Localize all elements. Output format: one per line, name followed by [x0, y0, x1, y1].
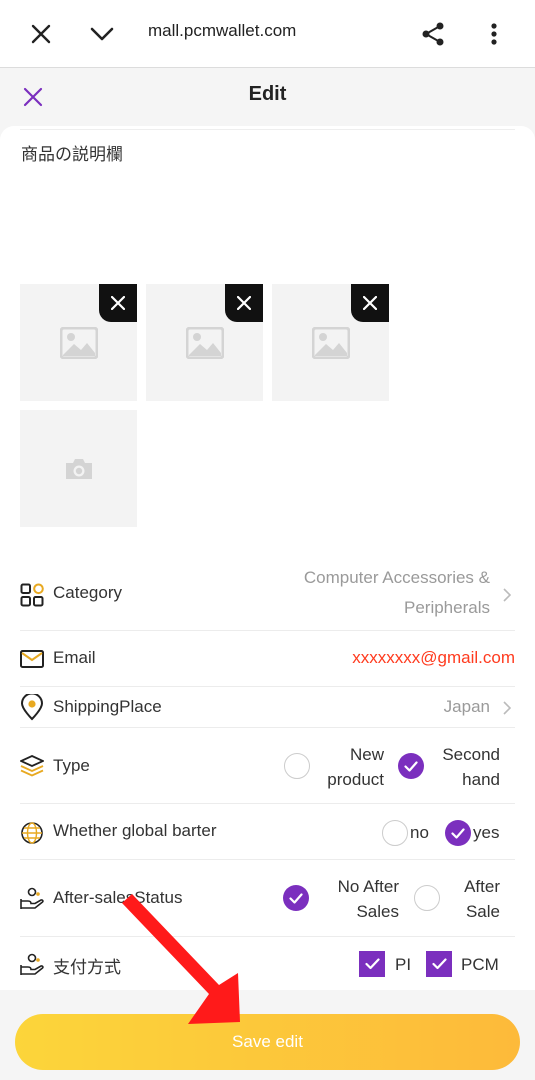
barter-no-radio[interactable]	[382, 820, 408, 846]
delete-image-button[interactable]	[351, 284, 389, 322]
category-row[interactable]: Category Computer Accessories & Peripher…	[20, 558, 515, 631]
close-icon	[363, 296, 377, 310]
shipping-place-label: ShippingPlace	[53, 697, 162, 716]
shipping-place-value[interactable]: Japan	[444, 692, 490, 722]
share-icon[interactable]	[415, 16, 451, 52]
image-placeholder-icon	[185, 326, 224, 359]
no-after-sales-option[interactable]: No After Sales	[338, 874, 399, 924]
check-icon	[431, 958, 447, 970]
payment-pi-checkbox[interactable]	[359, 951, 385, 977]
check-icon	[404, 760, 418, 772]
option-text: New	[349, 745, 384, 764]
close-icon	[237, 296, 251, 310]
check-icon	[289, 892, 303, 904]
category-icon	[20, 583, 44, 607]
mail-icon	[20, 650, 44, 668]
check-icon	[451, 827, 465, 839]
chevron-right-icon	[503, 701, 511, 715]
type-label: Type	[53, 756, 90, 775]
payment-method-row: 支付方式 PI PCM	[20, 937, 515, 990]
global-barter-row: Whether global barter no yes	[20, 804, 515, 860]
barter-yes-radio[interactable]	[445, 820, 471, 846]
type-new-option[interactable]: New product	[327, 742, 384, 792]
no-after-sales-radio[interactable]	[283, 885, 309, 911]
close-icon[interactable]	[23, 16, 59, 52]
page-title: Edit	[248, 83, 287, 105]
after-sale-option[interactable]: After Sale	[464, 874, 500, 924]
type-second-hand-option[interactable]: Second hand	[442, 742, 500, 792]
url-text[interactable]: mall.pcmwallet.com	[148, 21, 296, 41]
image-placeholder-icon	[59, 326, 98, 359]
after-sale-radio[interactable]	[414, 885, 440, 911]
option-text: product	[327, 770, 384, 789]
service-hand-icon	[20, 953, 44, 975]
shipping-place-row[interactable]: ShippingPlace Japan	[20, 687, 515, 728]
description-textarea[interactable]: 商品の説明欄	[21, 140, 123, 165]
chevron-down-icon[interactable]	[84, 16, 120, 52]
barter-no-option[interactable]: no	[410, 820, 429, 845]
image-placeholder-icon	[311, 326, 350, 359]
category-value[interactable]: Computer Accessories & Peripherals	[304, 563, 490, 623]
email-label: Email	[53, 648, 96, 667]
option-text: hand	[462, 770, 500, 789]
more-vert-icon[interactable]	[476, 16, 512, 52]
divider	[20, 129, 515, 130]
option-text: Sale	[465, 902, 500, 921]
global-barter-label: Whether global barter	[53, 821, 217, 840]
category-label: Category	[53, 583, 122, 602]
option-text: Second	[442, 745, 500, 764]
option-text: Sales	[356, 902, 399, 921]
email-value: xxxxxxxx@gmail.com	[352, 648, 515, 667]
product-image-thumb[interactable]	[272, 284, 389, 401]
option-text: No After	[337, 877, 399, 896]
browser-toolbar: mall.pcmwallet.com	[0, 0, 535, 68]
payment-pi-option[interactable]: PI	[395, 952, 411, 977]
chevron-right-icon	[503, 588, 511, 602]
barter-yes-option[interactable]: yes	[473, 820, 499, 845]
category-value-line: Peripherals	[404, 598, 490, 617]
after-sales-row: After-salesStatus No After Sales After S…	[20, 860, 515, 937]
edit-form-card: 商品の説明欄 Category Computer Accessories & P…	[0, 126, 535, 990]
type-row: Type New product Second hand	[20, 728, 515, 804]
type-new-radio[interactable]	[284, 753, 310, 779]
service-hand-icon	[20, 887, 44, 909]
globe-icon	[21, 822, 43, 844]
payment-method-label: 支付方式	[53, 958, 121, 977]
product-image-thumb[interactable]	[146, 284, 263, 401]
option-text: After	[464, 877, 500, 896]
category-value-line: Computer Accessories &	[303, 568, 490, 587]
delete-image-button[interactable]	[99, 284, 137, 322]
app-header: Edit	[0, 68, 535, 126]
product-image-thumb[interactable]	[20, 284, 137, 401]
location-pin-icon	[20, 694, 44, 721]
add-photo-button[interactable]	[20, 410, 137, 527]
payment-pcm-checkbox[interactable]	[426, 951, 452, 977]
type-second-hand-radio[interactable]	[398, 753, 424, 779]
after-sales-label: After-salesStatus	[53, 888, 183, 907]
check-icon	[364, 958, 380, 970]
email-row: Email xxxxxxxx@gmail.com	[20, 631, 515, 687]
close-icon	[111, 296, 125, 310]
layers-icon	[20, 755, 44, 777]
delete-image-button[interactable]	[225, 284, 263, 322]
camera-icon	[65, 458, 92, 479]
save-edit-button[interactable]: Save edit	[15, 1014, 520, 1070]
payment-pcm-option[interactable]: PCM	[461, 952, 499, 977]
